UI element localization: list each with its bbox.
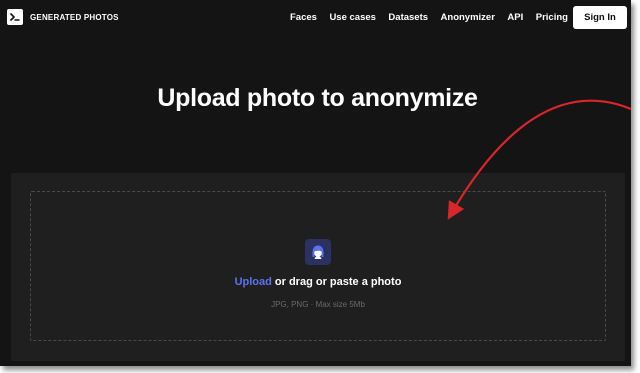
top-navigation-bar: GENERATED PHOTOS Faces Use cases Dataset… bbox=[0, 0, 631, 36]
nav-item-faces[interactable]: Faces bbox=[290, 12, 317, 23]
upload-panel: Upload or drag or paste a photo JPG, PNG… bbox=[11, 173, 625, 361]
photo-dropzone[interactable]: Upload or drag or paste a photo JPG, PNG… bbox=[30, 191, 606, 341]
sign-in-button[interactable]: Sign In bbox=[573, 6, 627, 29]
upload-link[interactable]: Upload bbox=[235, 276, 272, 288]
nav-item-pricing[interactable]: Pricing bbox=[536, 12, 568, 23]
nav-item-use-cases[interactable]: Use cases bbox=[329, 12, 375, 23]
upload-instruction: Upload or drag or paste a photo bbox=[31, 276, 605, 288]
upload-instruction-text: or drag or paste a photo bbox=[271, 276, 402, 288]
terminal-prompt-icon bbox=[7, 9, 23, 25]
brand-logo[interactable]: GENERATED PHOTOS bbox=[7, 9, 119, 25]
file-format-hint: JPG, PNG · Max size 5Mb bbox=[271, 300, 365, 309]
nav-item-anonymizer[interactable]: Anonymizer bbox=[441, 12, 495, 23]
nav-item-api[interactable]: API bbox=[507, 12, 523, 23]
face-avatar-icon bbox=[305, 239, 331, 265]
main-nav: Faces Use cases Datasets Anonymizer API … bbox=[290, 12, 580, 23]
brand-name: GENERATED PHOTOS bbox=[30, 12, 119, 22]
nav-item-datasets[interactable]: Datasets bbox=[388, 12, 428, 23]
page-title: Upload photo to anonymize bbox=[157, 84, 478, 112]
app-window: GENERATED PHOTOS Faces Use cases Dataset… bbox=[0, 0, 631, 366]
